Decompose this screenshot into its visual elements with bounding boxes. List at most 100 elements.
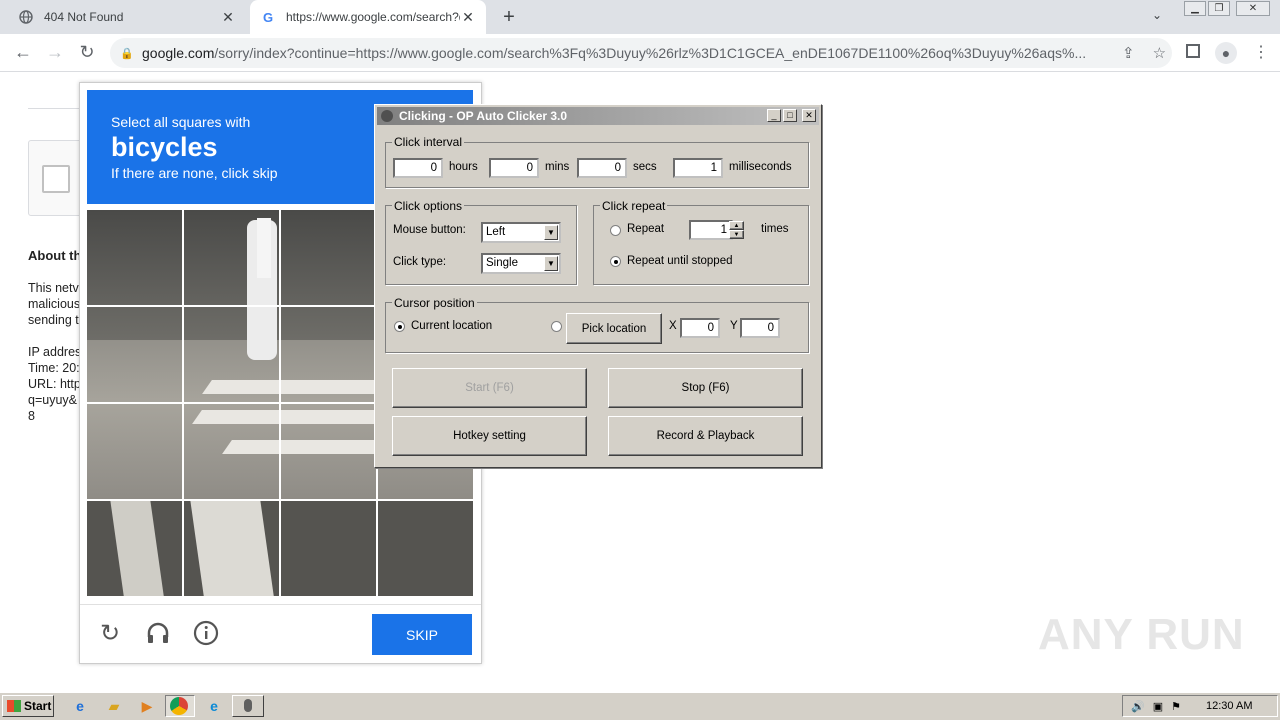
record-playback-button[interactable]: Record & Playback: [608, 416, 803, 456]
lock-icon: 🔒: [120, 47, 134, 60]
current-location-label: Current location: [411, 320, 493, 332]
forward-icon[interactable]: →: [44, 42, 66, 63]
grid-line: [87, 499, 473, 501]
group-label: Click interval: [392, 135, 465, 149]
mouse-button-label: Mouse button:: [393, 224, 466, 236]
secs-input[interactable]: 0: [577, 158, 627, 178]
page-text-line: 8: [28, 409, 35, 423]
group-label: Click options: [392, 199, 465, 213]
reload-icon[interactable]: ↻: [76, 42, 98, 63]
back-icon[interactable]: ←: [12, 42, 34, 63]
reload-challenge-icon[interactable]: ↻: [96, 620, 124, 648]
page-text-line: q=uyuy&: [28, 393, 77, 407]
repeat-until-stopped-radio[interactable]: [610, 256, 621, 267]
milliseconds-label: milliseconds: [729, 161, 792, 173]
share-icon[interactable]: ⇪: [1122, 44, 1135, 62]
repeat-radio[interactable]: [610, 225, 621, 236]
address-bar[interactable]: 🔒 google.com/sorry/index?continue=https:…: [110, 38, 1172, 68]
restore-icon[interactable]: ❐: [1208, 1, 1230, 16]
click-type-select[interactable]: Single ▼: [481, 253, 561, 274]
page-text-line: This netv: [28, 281, 79, 295]
ie-icon[interactable]: e: [70, 696, 90, 716]
google-icon: G: [262, 9, 274, 25]
start-button[interactable]: Start (F6): [392, 368, 587, 408]
info-icon[interactable]: [192, 620, 220, 648]
page-text-line: IP addres: [28, 345, 82, 359]
page-text-line: malicious: [28, 297, 81, 311]
click-type-label: Click type:: [393, 256, 447, 268]
close-tab-icon[interactable]: ✕: [220, 9, 236, 26]
chevron-down-icon[interactable]: ⌄: [1152, 8, 1162, 22]
minimize-icon[interactable]: ▁: [1184, 1, 1206, 16]
y-input[interactable]: 0: [740, 318, 780, 338]
group-label: Click repeat: [600, 199, 668, 213]
tab-title: https://www.google.com/search?q=: [286, 10, 460, 24]
pick-location-button[interactable]: Pick location: [566, 313, 662, 344]
tab-google-search[interactable]: G https://www.google.com/search?q= ✕: [250, 0, 486, 34]
times-label: times: [761, 223, 789, 235]
group-label: Cursor position: [392, 296, 477, 310]
side-panel-icon[interactable]: [1186, 44, 1200, 58]
globe-icon: [18, 9, 34, 25]
edge-icon[interactable]: e: [204, 696, 224, 716]
star-icon[interactable]: ☆: [1153, 44, 1166, 62]
hours-label: hours: [449, 161, 478, 173]
hours-input[interactable]: 0: [393, 158, 443, 178]
network-icon[interactable]: ▣: [1153, 700, 1163, 713]
sign-pole-photo: [257, 218, 271, 278]
mouse-icon: [381, 110, 393, 122]
dropdown-arrow-icon: ▼: [544, 225, 558, 240]
tab-404[interactable]: 404 Not Found ✕: [8, 0, 246, 34]
about-heading: About th: [28, 248, 82, 263]
click-repeat-group: [593, 205, 809, 285]
windows-logo-icon: [7, 700, 21, 712]
close-window-icon[interactable]: ✕: [1236, 1, 1270, 16]
x-label: X: [669, 320, 677, 332]
crosswalk-stripe: [190, 500, 274, 596]
y-label: Y: [730, 320, 738, 332]
maximize-icon[interactable]: □: [783, 109, 797, 122]
stop-button[interactable]: Stop (F6): [608, 368, 803, 408]
folder-icon[interactable]: ▰: [104, 696, 124, 716]
headphones-icon[interactable]: [144, 620, 172, 648]
start-button[interactable]: Start: [2, 695, 54, 717]
repeat-until-stopped-label: Repeat until stopped: [627, 255, 733, 267]
hotkey-setting-button[interactable]: Hotkey setting: [392, 416, 587, 456]
page-text-line: sending t: [28, 313, 79, 327]
system-tray: 🔊 ▣ ⚑: [1122, 695, 1278, 717]
current-location-radio[interactable]: [394, 321, 405, 332]
not-robot-checkbox[interactable]: [42, 165, 70, 193]
secs-label: secs: [633, 161, 657, 173]
mouse-icon: [244, 699, 252, 712]
media-player-icon[interactable]: ▶: [137, 696, 157, 716]
page-text-line: URL: http: [28, 377, 81, 391]
mins-label: mins: [545, 161, 570, 173]
mouse-button-select[interactable]: Left ▼: [481, 222, 561, 243]
dropdown-arrow-icon: ▼: [544, 256, 558, 271]
window-title: Clicking - OP Auto Clicker 3.0: [399, 109, 568, 123]
close-tab-icon[interactable]: ✕: [460, 9, 476, 26]
profile-icon[interactable]: ●: [1215, 42, 1237, 64]
page-text-line: Time: 20:: [28, 361, 80, 375]
minimize-icon[interactable]: _: [767, 109, 781, 122]
repeat-label: Repeat: [627, 223, 665, 235]
x-input[interactable]: 0: [680, 318, 720, 338]
auto-clicker-titlebar[interactable]: Clicking - OP Auto Clicker 3.0: [377, 107, 819, 125]
mins-input[interactable]: 0: [489, 158, 539, 178]
volume-icon[interactable]: 🔊: [1131, 700, 1145, 713]
pick-location-radio[interactable]: [551, 321, 562, 332]
skip-button[interactable]: SKIP: [372, 614, 472, 655]
spin-up-icon[interactable]: ▲: [729, 221, 744, 230]
milliseconds-input[interactable]: 1: [673, 158, 723, 178]
anyrun-watermark: ANY RUN: [1038, 610, 1245, 659]
url-text: google.com/sorry/index?continue=https://…: [142, 45, 1087, 61]
clock: 12:30 AM: [1206, 700, 1253, 712]
flag-icon[interactable]: ⚑: [1171, 700, 1181, 713]
tab-title: 404 Not Found: [44, 10, 124, 24]
chrome-icon: [170, 697, 188, 715]
new-tab-icon[interactable]: +: [498, 6, 520, 29]
repeat-count-input[interactable]: 1: [689, 220, 733, 240]
close-icon[interactable]: ✕: [802, 109, 816, 122]
spin-down-icon[interactable]: ▼: [729, 230, 744, 239]
menu-icon[interactable]: ⋮: [1253, 42, 1269, 62]
